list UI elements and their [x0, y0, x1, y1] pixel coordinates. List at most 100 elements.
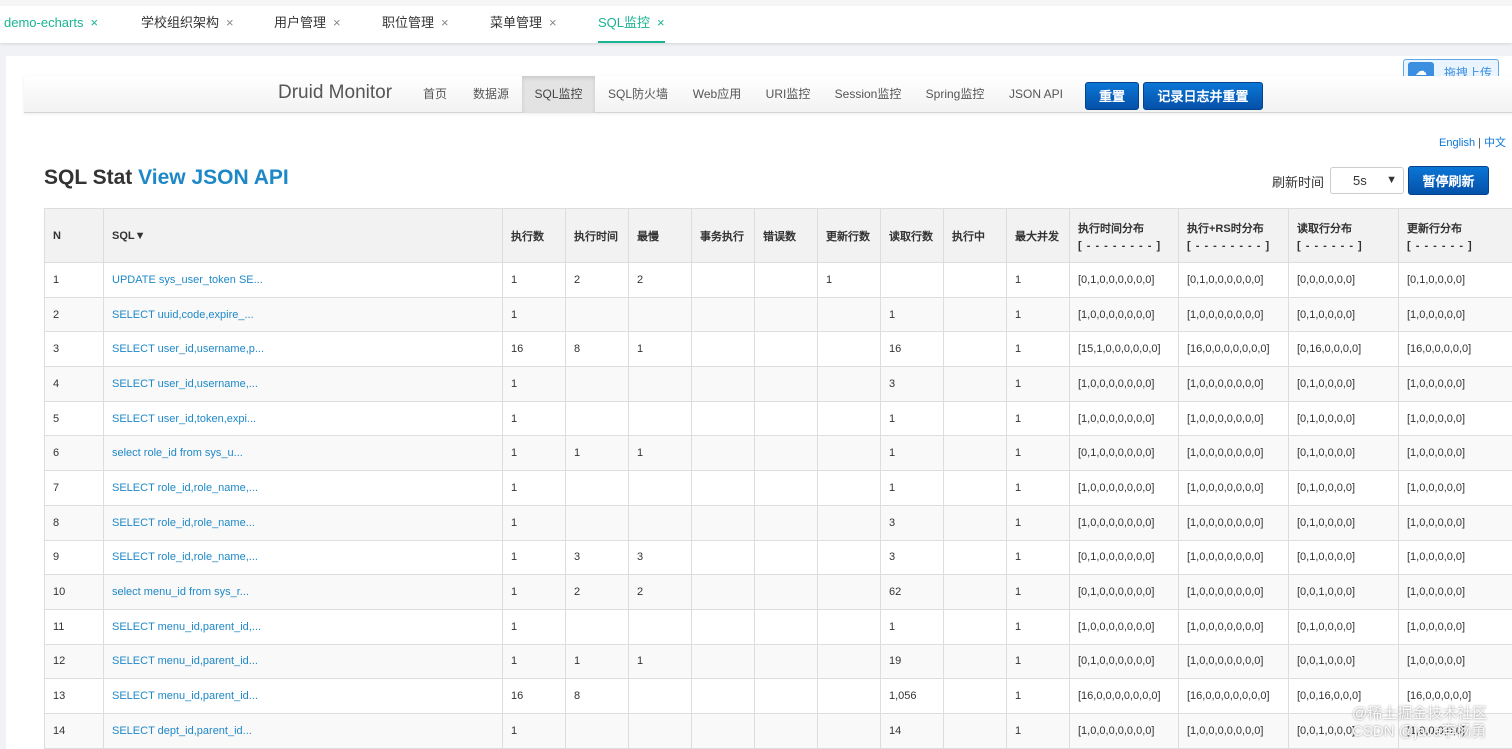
table-cell: [0,1,0,0,0,0] [1288, 400, 1399, 437]
column-header: N [44, 208, 104, 263]
table-cell [754, 435, 818, 472]
table-cell [691, 712, 755, 749]
table-cell [943, 435, 1007, 472]
close-icon[interactable]: × [226, 15, 234, 30]
table-cell: 8 [565, 331, 629, 368]
tab-school-org[interactable]: 学校组织架构 × [141, 6, 234, 43]
view-json-api-link[interactable]: View JSON API [138, 166, 289, 189]
close-icon[interactable]: × [441, 15, 449, 30]
sql-link[interactable]: SELECT role_id,role_name... [103, 504, 503, 541]
nav-datasource[interactable]: 数据源 [466, 76, 516, 113]
sql-link[interactable]: select menu_id from sys_r... [103, 574, 503, 610]
sql-link[interactable]: SELECT uuid,code,expire_... [103, 296, 503, 333]
nav-uri-monitor[interactable]: URI监控 [760, 76, 816, 113]
close-icon[interactable]: × [90, 15, 98, 30]
table-cell [754, 539, 818, 576]
table-cell [943, 331, 1007, 368]
column-header[interactable]: SQL▼ [103, 208, 503, 263]
table-cell: [0,1,0,0,0,0] [1288, 470, 1399, 506]
table-cell: [0,1,0,0,0,0] [1288, 539, 1399, 576]
table-cell [691, 296, 755, 333]
table-cell: [1,0,0,0,0,0] [1398, 400, 1512, 437]
tab-label: demo-echarts [4, 15, 84, 30]
close-icon[interactable]: × [333, 15, 341, 30]
table-cell: [1,0,0,0,0,0,0,0] [1178, 470, 1289, 506]
lang-english-link[interactable]: English [1439, 137, 1475, 149]
nav-spring-monitor[interactable]: Spring监控 [921, 76, 989, 113]
nav-web-app[interactable]: Web应用 [686, 76, 748, 113]
lang-chinese-link[interactable]: 中文 [1484, 137, 1506, 149]
table-cell: [1,0,0,0,0,0] [1398, 435, 1512, 472]
table-cell: 14 [880, 712, 944, 749]
sql-link[interactable]: select role_id from sys_u... [103, 435, 503, 472]
table-cell [943, 366, 1007, 402]
table-cell: 1 [502, 574, 566, 610]
table-cell [754, 262, 818, 298]
sql-link[interactable]: SELECT role_id,role_name,... [103, 539, 503, 576]
refresh-interval-label: 刷新时间 [1272, 175, 1325, 190]
tab-menu-management[interactable]: 菜单管理 × [490, 6, 557, 43]
close-icon[interactable]: × [549, 15, 557, 30]
table-cell: [1,0,0,0,0,0,0,0] [1069, 712, 1179, 749]
column-header-sub: [ - - - - - - ] [1297, 239, 1363, 252]
sql-link[interactable]: SELECT role_id,role_name,... [103, 470, 503, 506]
table-cell: 1 [817, 262, 881, 298]
tab-demo-echarts[interactable]: demo-echarts × [4, 6, 98, 43]
column-header: 更新行数 [817, 208, 881, 263]
tab-sql-monitor[interactable]: SQL监控 × [598, 6, 665, 43]
table-cell: 2 [565, 574, 629, 610]
table-cell: 2 [565, 262, 629, 298]
table-cell: 1 [1006, 262, 1070, 298]
nav-session-monitor[interactable]: Session监控 [830, 76, 906, 113]
log-and-reset-button[interactable]: 记录日志并重置 [1143, 82, 1263, 110]
table-cell: 1 [880, 296, 944, 333]
table-cell: 1 [565, 643, 629, 680]
page-title: SQL Stat View JSON API [44, 166, 289, 190]
column-header-sub: [ - - - - - - - - ] [1187, 239, 1271, 252]
tab-user-management[interactable]: 用户管理 × [274, 6, 341, 43]
table-cell: [1,0,0,0,0,0,0,0] [1178, 296, 1289, 333]
sql-link[interactable]: SELECT menu_id,parent_id... [103, 678, 503, 714]
nav-home[interactable]: 首页 [416, 76, 454, 113]
table-cell: 19 [880, 643, 944, 680]
close-icon[interactable]: × [657, 15, 665, 30]
table-cell [691, 678, 755, 714]
table-cell [628, 366, 692, 402]
nav-sql-monitor[interactable]: SQL监控 [522, 76, 595, 113]
table-cell: 1 [628, 643, 692, 680]
pause-refresh-button[interactable]: 暂停刷新 [1408, 166, 1489, 195]
tab-position-management[interactable]: 职位管理 × [382, 6, 449, 43]
table-cell: [0,0,0,0,0,0] [1288, 262, 1399, 298]
column-header: 执行+RS时分布 [ - - - - - - - - ] [1178, 208, 1289, 263]
table-cell: [1,0,0,0,0,0,0,0] [1069, 296, 1179, 333]
table-cell [691, 262, 755, 298]
nav-sql-firewall[interactable]: SQL防火墙 [602, 76, 674, 113]
table-cell: 3 [565, 539, 629, 576]
sql-link[interactable]: SELECT user_id,username,... [103, 366, 503, 402]
nav-json-api[interactable]: JSON API [1004, 76, 1068, 113]
table-cell: [0,1,0,0,0,0,0,0] [1069, 539, 1179, 576]
sql-link[interactable]: SELECT user_id,username,p... [103, 331, 503, 368]
sql-link[interactable]: SELECT user_id,token,expi... [103, 400, 503, 437]
sql-link[interactable]: SELECT dept_id,parent_id... [103, 712, 503, 749]
brand-title[interactable]: Druid Monitor [278, 82, 392, 104]
table-cell: 1 [1006, 366, 1070, 402]
table-cell: [0,1,0,0,0,0] [1288, 608, 1399, 645]
table-cell: 2 [628, 262, 692, 298]
column-header: 执行时间分布 [ - - - - - - - - ] [1069, 208, 1179, 263]
table-cell [691, 608, 755, 645]
sql-link[interactable]: SELECT menu_id,parent_id,... [103, 608, 503, 645]
table-cell [943, 504, 1007, 541]
table-row: 6 select role_id from sys_u... 1 1 1 1 1 [0,1,0… [44, 435, 1512, 472]
reset-button[interactable]: 重置 [1085, 82, 1139, 110]
table-row: 8 SELECT role_id,role_name... 1 3 1 [1,0,0,0,… [44, 504, 1512, 541]
refresh-interval-select[interactable]: 5s ▼ [1330, 167, 1404, 194]
table-cell: [16,0,0,0,0,0,0,0] [1178, 331, 1289, 368]
table-cell [943, 400, 1007, 437]
table-cell [691, 504, 755, 541]
table-cell [691, 574, 755, 610]
sql-link[interactable]: SELECT menu_id,parent_id... [103, 643, 503, 680]
sql-link[interactable]: UPDATE sys_user_token SE... [103, 262, 503, 298]
table-cell: 8 [565, 678, 629, 714]
table-row: 1 UPDATE sys_user_token SE... 1 2 2 1 1 [0,1,0,… [44, 262, 1512, 298]
